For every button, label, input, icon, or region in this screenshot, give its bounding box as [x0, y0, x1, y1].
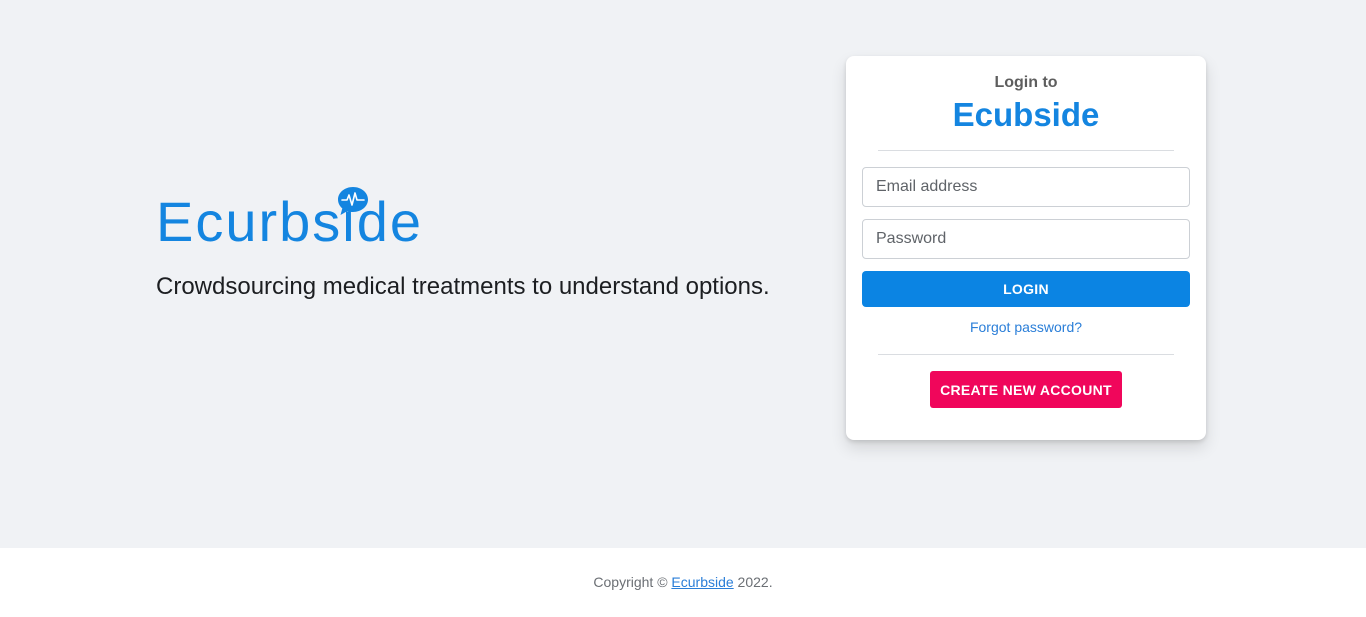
footer-brand-link[interactable]: Ecurbside — [671, 574, 733, 590]
forgot-password-link[interactable]: Forgot password? — [846, 319, 1206, 335]
footer: Copyright © Ecurbside 2022. — [0, 548, 1366, 617]
hero-section: Ecurbside Crowdsourcing medical treatmen… — [0, 0, 1366, 548]
login-title: Ecubside — [952, 96, 1100, 133]
tagline: Crowdsourcing medical treatments to unde… — [156, 273, 770, 300]
copyright-suffix: 2022. — [733, 574, 773, 590]
email-input[interactable] — [862, 167, 1190, 207]
create-account-button[interactable]: CREATE NEW ACCOUNT — [930, 371, 1122, 408]
logo: Ecurbside — [156, 184, 423, 260]
login-button[interactable]: LOGIN — [862, 271, 1190, 307]
copyright-prefix: Copyright © — [593, 574, 672, 590]
copyright-text: Copyright © Ecurbside 2022. — [0, 574, 1366, 590]
divider — [878, 150, 1174, 151]
divider — [878, 354, 1174, 355]
logo-text: Ecurbside — [156, 190, 424, 253]
password-input[interactable] — [862, 219, 1190, 259]
login-subtitle: Login to — [994, 74, 1058, 91]
login-card: Login to Ecubside LOGIN Forgot password?… — [846, 56, 1206, 440]
speech-bubble-heartbeat-icon — [338, 187, 368, 215]
brand-area: Ecurbside Crowdsourcing medical treatmen… — [156, 184, 770, 303]
